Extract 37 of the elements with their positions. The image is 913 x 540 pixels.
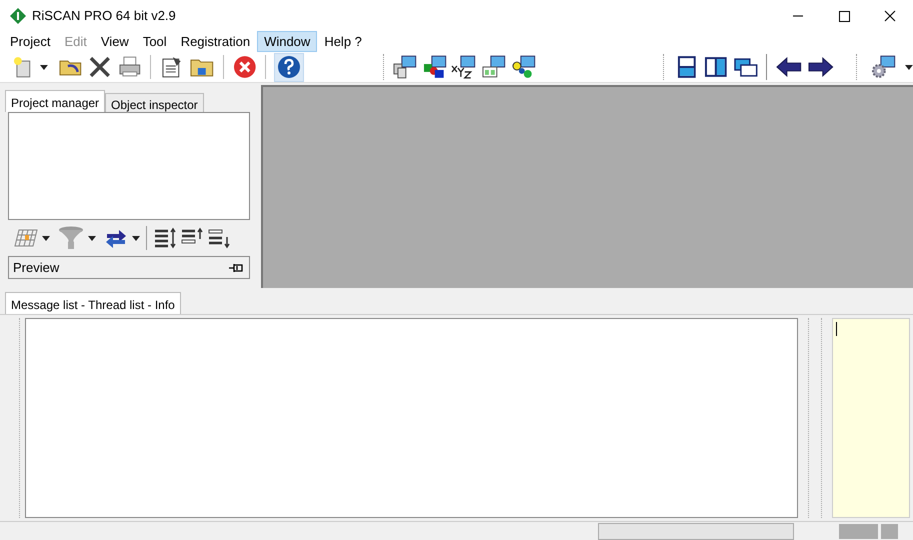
monitor-status-icon[interactable]	[510, 54, 536, 80]
tab[interactable]: Message list - Thread list - Info	[5, 292, 181, 314]
dropdown-caret-icon[interactable]	[40, 64, 48, 70]
help-button[interactable]	[274, 52, 304, 82]
list-down-icon[interactable]	[207, 227, 231, 249]
preview-label: Preview	[13, 258, 60, 277]
monitor-shapes-icon[interactable]	[422, 54, 448, 80]
splitter-grip[interactable]	[808, 318, 822, 518]
window-title: RiSCAN PRO 64 bit v2.9	[32, 6, 176, 25]
menu-item[interactable]: View	[94, 31, 136, 52]
menu-item[interactable]: Project	[3, 31, 58, 52]
delete-x-icon[interactable]	[87, 54, 113, 80]
monitor-table-icon[interactable]	[480, 54, 507, 80]
tab[interactable]: Object inspector	[105, 93, 204, 112]
dropdown-caret-icon[interactable]	[88, 236, 96, 240]
help-icon	[277, 55, 302, 79]
dropdown-caret-icon[interactable]	[905, 64, 913, 70]
menu-item[interactable]: Registration	[174, 31, 258, 52]
preview-bar[interactable]: Preview	[8, 256, 250, 279]
menu-item[interactable]: Tool	[136, 31, 174, 52]
app-logo-icon	[10, 8, 26, 24]
pin-icon[interactable]	[229, 262, 245, 274]
status-indicator	[881, 524, 898, 538]
cancel-icon[interactable]	[232, 54, 258, 80]
menu-item[interactable]: Help ?	[317, 31, 369, 52]
monitor-xyz-icon[interactable]	[451, 54, 477, 80]
back-arrow-icon[interactable]	[775, 54, 804, 80]
monitor-copy-icon[interactable]	[392, 54, 418, 80]
split-vertical-icon[interactable]	[703, 54, 729, 80]
status-indicator	[839, 524, 878, 538]
menu-item[interactable]: Window	[257, 31, 318, 52]
dropdown-caret-icon[interactable]	[132, 236, 140, 240]
monitor-gear-icon[interactable]	[871, 54, 898, 80]
tab[interactable]: Project manager	[5, 90, 106, 112]
dropdown-caret-icon[interactable]	[42, 236, 50, 240]
text-cursor	[836, 322, 837, 336]
list-expand-icon[interactable]	[153, 227, 177, 249]
